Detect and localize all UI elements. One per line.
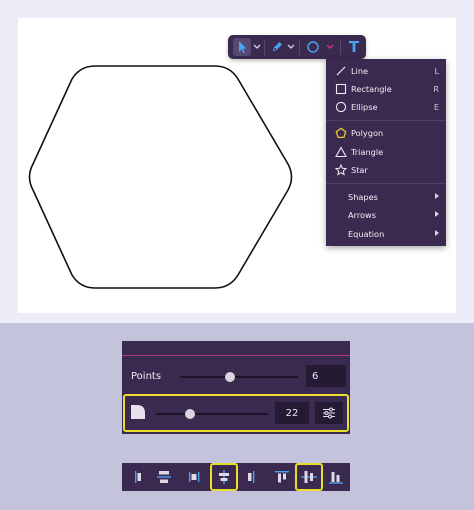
menu-item-label: Arrows xyxy=(348,210,376,220)
ellipse-icon xyxy=(307,41,319,53)
align-bottom-button[interactable] xyxy=(324,463,348,491)
pointer-tool-button[interactable] xyxy=(232,35,252,59)
ellipse-icon xyxy=(335,101,347,113)
text-tool-button[interactable]: T xyxy=(344,35,364,59)
menu-item-line[interactable]: Line L xyxy=(326,63,446,79)
menu-item-rectangle[interactable]: Rectangle R xyxy=(326,81,446,97)
menu-item-equation[interactable]: Equation xyxy=(326,226,446,242)
polygon-properties-panel: Points 6 22 xyxy=(122,341,350,434)
corner-radius-slider-thumb[interactable] xyxy=(184,409,195,419)
submenu-arrow-icon xyxy=(435,193,439,199)
chevron-down-icon xyxy=(326,44,334,49)
align-left-icon xyxy=(135,471,141,483)
menu-item-label: Triangle xyxy=(351,147,384,157)
shape-tool-dropdown[interactable] xyxy=(324,35,336,59)
menu-item-label: Shapes xyxy=(348,192,378,202)
line-icon xyxy=(335,65,347,77)
pointer-tool-dropdown[interactable] xyxy=(252,35,262,59)
menu-shortcut: E xyxy=(433,102,439,112)
menu-item-label: Line xyxy=(351,66,369,76)
pointer-icon xyxy=(233,38,251,56)
submenu-arrow-icon xyxy=(435,211,439,217)
menu-item-label: Star xyxy=(351,165,368,175)
chevron-down-icon xyxy=(287,44,295,49)
points-label: Points xyxy=(131,371,162,382)
menu-item-ellipse[interactable]: Ellipse E xyxy=(326,99,446,115)
menu-item-triangle[interactable]: Triangle xyxy=(326,144,446,160)
star-icon xyxy=(335,164,347,176)
panel-divider xyxy=(122,355,350,356)
align-center-h-icon xyxy=(157,471,171,483)
pen-tool-dropdown[interactable] xyxy=(286,35,296,59)
points-slider-thumb[interactable] xyxy=(224,372,235,382)
polygon-icon xyxy=(335,127,347,139)
align-top-icon xyxy=(275,471,289,483)
chevron-down-icon xyxy=(253,44,261,49)
menu-item-label: Polygon xyxy=(351,128,384,138)
align-middle-v-icon xyxy=(301,471,317,483)
pen-icon xyxy=(273,42,282,51)
corner-radius-input[interactable]: 22 xyxy=(275,402,309,424)
align-right-edge-icon xyxy=(189,472,200,482)
menu-item-label: Rectangle xyxy=(351,84,392,94)
sliders-icon xyxy=(323,407,335,419)
corner-settings-button[interactable] xyxy=(315,402,343,424)
align-left-button[interactable] xyxy=(126,463,150,491)
alignment-toolbar xyxy=(122,463,350,491)
corner-radius-icon xyxy=(131,405,145,419)
distribute-h-button[interactable] xyxy=(212,463,236,491)
rectangle-icon xyxy=(335,83,347,95)
menu-item-label: Equation xyxy=(348,229,385,239)
menu-item-arrows[interactable]: Arrows xyxy=(326,207,446,223)
menu-item-star[interactable]: Star xyxy=(326,162,446,178)
shape-menu: Line L Rectangle R Ellipse E Polygon Tri… xyxy=(326,59,446,246)
align-right-icon xyxy=(248,471,255,483)
menu-item-shapes[interactable]: Shapes xyxy=(326,189,446,205)
distribute-h-icon xyxy=(219,470,229,484)
align-right-edge-button[interactable] xyxy=(182,463,206,491)
points-slider-track[interactable] xyxy=(180,376,298,378)
align-right-button[interactable] xyxy=(240,463,264,491)
points-input[interactable]: 6 xyxy=(306,365,346,387)
align-bottom-icon xyxy=(329,472,343,484)
pen-tool-button[interactable] xyxy=(268,35,286,59)
triangle-icon xyxy=(335,146,347,158)
align-middle-v-button[interactable] xyxy=(297,463,321,491)
align-center-h-button[interactable] xyxy=(152,463,176,491)
align-top-button[interactable] xyxy=(270,463,294,491)
text-icon: T xyxy=(348,38,360,56)
menu-shortcut: L xyxy=(434,66,439,76)
submenu-arrow-icon xyxy=(435,230,439,236)
ellipse-tool-button[interactable] xyxy=(304,35,322,59)
menu-shortcut: R xyxy=(433,84,439,94)
corner-radius-slider-track[interactable] xyxy=(156,413,268,415)
menu-item-label: Ellipse xyxy=(351,102,378,112)
drawing-toolbar: T xyxy=(228,35,366,59)
menu-item-polygon[interactable]: Polygon xyxy=(326,125,446,141)
